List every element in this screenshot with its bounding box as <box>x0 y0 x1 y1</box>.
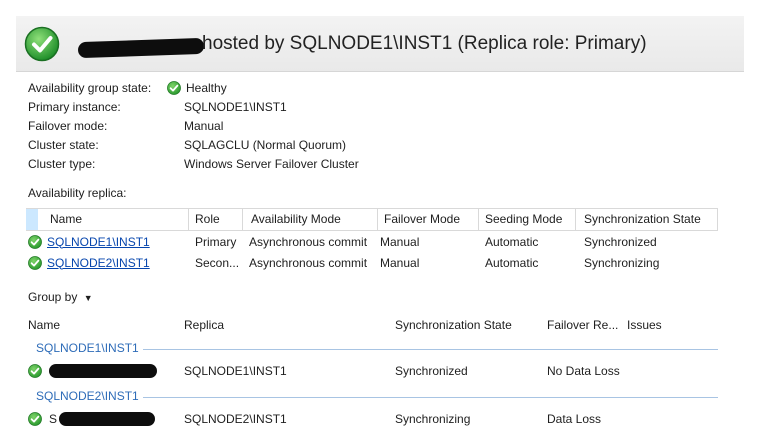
cell-role: Secon... <box>195 255 240 270</box>
cell-failover-readiness: Data Loss <box>547 412 602 426</box>
check-circle-icon <box>28 364 42 378</box>
col-header-failover-mode[interactable]: Failover Mode <box>378 209 479 230</box>
group-header[interactable]: SQLNODE1\INST1 <box>26 338 718 358</box>
group-by-button[interactable]: Group by ▼ <box>28 290 93 304</box>
col-header-issues[interactable]: Issues <box>627 318 687 332</box>
cell-availability-mode: Asynchronous commit <box>249 255 368 270</box>
prop-value: Windows Server Failover Cluster <box>184 156 359 171</box>
prop-label: Failover mode: <box>28 118 108 133</box>
grid-header: Name Replica Synchronization State Failo… <box>26 314 718 336</box>
replica-link[interactable]: SQLNODE1\INST1 <box>47 235 150 249</box>
prop-value: Manual <box>184 118 224 133</box>
caret-down-icon: ▼ <box>83 293 93 303</box>
page-title: hosted by SQLNODE1\INST1 (Replica role: … <box>202 33 647 54</box>
table-row[interactable]: SQLNODE2\INST1 Secon... Asynchronous com… <box>26 252 718 273</box>
replica-link[interactable]: SQLNODE2\INST1 <box>47 256 150 270</box>
col-header-replica[interactable]: Replica <box>184 318 395 332</box>
col-header-role[interactable]: Role <box>189 209 243 230</box>
prop-value: Healthy <box>186 80 227 95</box>
table-row[interactable]: S SQLNODE2\INST1 Synchronizing Data Loss <box>26 406 718 432</box>
cell-sync-state: Synchronizing <box>584 255 660 270</box>
cell-sync-state: Synchronizing <box>395 412 471 426</box>
cell-availability-mode: Asynchronous commit <box>249 234 368 249</box>
col-header-seeding-mode[interactable]: Seeding Mode <box>479 209 576 230</box>
prop-failover-mode: Failover mode: Manual <box>28 116 359 135</box>
redaction-mark <box>77 37 205 59</box>
check-circle-icon <box>24 26 60 62</box>
col-header-availability-mode[interactable]: Availability Mode <box>243 209 378 230</box>
col-header-sync-state[interactable]: Synchronization State <box>576 209 718 230</box>
cell-failover-readiness: No Data Loss <box>547 364 620 378</box>
prop-label: Cluster state: <box>28 137 99 152</box>
redaction-mark <box>59 412 156 426</box>
redaction-mark <box>49 364 157 378</box>
group-header-label: SQLNODE2\INST1 <box>36 389 143 403</box>
replica-grid: Name Role Availability Mode Failover Mod… <box>26 208 718 273</box>
check-circle-icon <box>28 234 42 249</box>
group-by-label: Group by <box>28 290 78 304</box>
prop-primary-instance: Primary instance: SQLNODE1\INST1 <box>28 97 359 116</box>
group-header-label: SQLNODE1\INST1 <box>36 341 143 355</box>
dashboard-header: hosted by SQLNODE1\INST1 (Replica role: … <box>16 16 744 72</box>
section-label-replicas: Availability replica: <box>28 186 127 200</box>
prop-value: SQLNODE1\INST1 <box>184 99 287 114</box>
cell-replica: SQLNODE2\INST1 <box>184 412 287 426</box>
cell-seeding-mode: Automatic <box>485 255 539 270</box>
col-header-failover-readiness[interactable]: Failover Re... <box>547 318 627 332</box>
grid-header: Name Role Availability Mode Failover Mod… <box>26 208 718 231</box>
cell-role: Primary <box>195 234 237 249</box>
prop-label: Cluster type: <box>28 156 96 171</box>
database-grid: Name Replica Synchronization State Failo… <box>26 314 718 432</box>
cell-seeding-mode: Automatic <box>485 234 539 249</box>
cell-replica: SQLNODE1\INST1 <box>184 364 287 378</box>
prop-label: Primary instance: <box>28 99 121 114</box>
cell-failover-mode: Manual <box>380 234 420 249</box>
check-circle-icon <box>28 412 42 426</box>
cell-sync-state: Synchronized <box>395 364 468 378</box>
prop-cluster-state: Cluster state: SQLAGCLU (Normal Quorum) <box>28 135 359 154</box>
table-row[interactable]: SQLNODE1\INST1 Primary Asynchronous comm… <box>26 231 718 252</box>
col-header-sync-state[interactable]: Synchronization State <box>395 318 547 332</box>
prop-label: Availability group state: <box>28 80 152 95</box>
table-row[interactable]: SQLNODE1\INST1 Synchronized No Data Loss <box>26 358 718 384</box>
check-circle-icon <box>167 80 181 95</box>
cell-sync-state: Synchronized <box>584 234 657 249</box>
check-circle-icon <box>28 255 42 270</box>
cell-failover-mode: Manual <box>380 255 420 270</box>
col-header-name[interactable]: Name <box>26 318 184 332</box>
prop-value: SQLAGCLU (Normal Quorum) <box>184 137 347 152</box>
prop-ag-state: Availability group state: Healthy <box>28 78 359 97</box>
group-header[interactable]: SQLNODE2\INST1 <box>26 386 718 406</box>
col-header-name[interactable]: Name <box>26 209 189 230</box>
ag-properties: Availability group state: Healthy Primar… <box>28 78 359 173</box>
prop-cluster-type: Cluster type: Windows Server Failover Cl… <box>28 154 359 173</box>
database-name: S <box>49 412 58 426</box>
